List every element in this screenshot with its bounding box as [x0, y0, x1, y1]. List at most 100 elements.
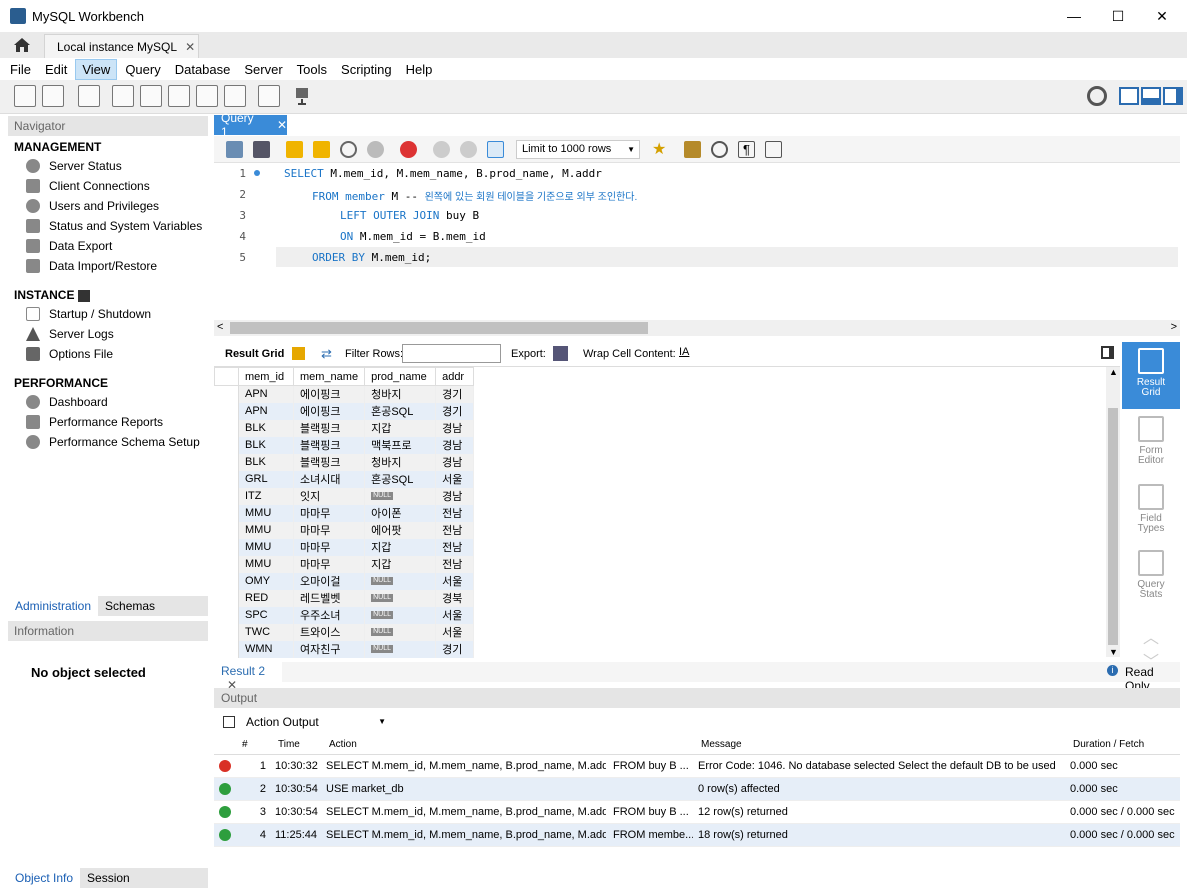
minimize-button[interactable]: — — [1051, 0, 1097, 32]
grid-cell[interactable]: 전남 — [435, 538, 475, 556]
grid-cell[interactable]: GRL — [238, 470, 294, 488]
output-row[interactable]: 4 11:25:44 SELECT M.mem_id, M.mem_name, B.… — [214, 824, 1180, 847]
grid-cell[interactable]: BLK — [238, 436, 294, 454]
grid-cell[interactable]: 전남 — [435, 504, 475, 522]
create-procedure-icon[interactable] — [196, 85, 218, 107]
grid-cell[interactable]: 블랙핑크 — [293, 436, 366, 454]
result-grid[interactable]: mem_id mem_name prod_name addr APN 에이핑크 청바… — [214, 367, 1106, 658]
grid-cell[interactable]: SPC — [238, 606, 294, 624]
output-copy-icon[interactable] — [223, 716, 235, 728]
grid-cell[interactable]: 트와이스 — [293, 623, 366, 641]
grid-cell[interactable]: MMU — [238, 504, 294, 522]
table-row[interactable]: OMY 오마이걸 NULL 서울 — [214, 572, 475, 590]
grid-cell[interactable]: TWC — [238, 623, 294, 641]
table-row[interactable]: BLK 블랙핑크 지갑 경남 — [214, 419, 475, 437]
grid-cell[interactable]: 마마무 — [293, 504, 366, 522]
create-table-icon[interactable] — [140, 85, 162, 107]
grid-cell[interactable]: APN — [238, 385, 294, 403]
menu-view[interactable]: View — [75, 58, 118, 80]
toggle-result-panel-icon[interactable] — [1101, 346, 1114, 359]
nav-data-export[interactable]: Data Export — [8, 236, 208, 256]
execute-icon[interactable] — [286, 141, 303, 158]
grid-cell[interactable]: 경남 — [435, 453, 475, 471]
grid-cell[interactable]: 에이핑크 — [293, 402, 366, 420]
row-marker[interactable] — [214, 538, 239, 556]
grid-cell[interactable]: 잇지 — [293, 487, 366, 505]
menu-tools[interactable]: Tools — [291, 60, 333, 79]
table-row[interactable]: BLK 블랙핑크 맥북프로 경남 — [214, 436, 475, 454]
table-row[interactable]: MMU 마마무 에어팟 전남 — [214, 521, 475, 539]
grid-cell[interactable]: NULL — [364, 623, 437, 641]
grid-cell[interactable]: NULL — [364, 589, 437, 607]
col-mem-id[interactable]: mem_id — [238, 367, 294, 386]
nav-status-variables[interactable]: Status and System Variables — [8, 216, 208, 236]
find-icon[interactable] — [711, 141, 728, 158]
scroll-thumb[interactable] — [230, 322, 648, 334]
settings-gear-icon[interactable] — [1087, 86, 1107, 106]
scroll-down-icon[interactable]: ▼ — [1109, 647, 1118, 657]
result-vertical-scrollbar[interactable]: ▲ ▼ — [1106, 367, 1120, 657]
grid-cell[interactable]: MMU — [238, 538, 294, 556]
col-mem-name[interactable]: mem_name — [292, 367, 366, 386]
maximize-button[interactable]: ☐ — [1095, 0, 1141, 32]
grid-cell[interactable]: WMN — [238, 640, 294, 658]
form-editor-button[interactable]: Form Editor — [1122, 416, 1180, 466]
table-row[interactable]: MMU 마마무 지갑 전남 — [214, 538, 475, 556]
menu-server[interactable]: Server — [238, 60, 288, 79]
grid-cell[interactable]: 서울 — [435, 606, 475, 624]
col-prod-name[interactable]: prod_name — [364, 367, 437, 386]
table-row[interactable]: APN 에이핑크 청바지 경기 — [214, 385, 475, 403]
invisible-chars-icon[interactable]: ¶ — [738, 141, 755, 158]
tab-session[interactable]: Session — [80, 868, 137, 888]
table-row[interactable]: MMU 마마무 아이폰 전남 — [214, 504, 475, 522]
col-number[interactable]: # — [242, 739, 248, 750]
search-table-data-icon[interactable] — [258, 85, 280, 107]
grid-cell[interactable]: 블랙핑크 — [293, 453, 366, 471]
grid-cell[interactable]: 경북 — [435, 589, 475, 607]
grid-cell[interactable]: 청바지 — [364, 385, 437, 403]
query-stats-button[interactable]: Query Stats — [1122, 550, 1180, 600]
grid-cell[interactable]: OMY — [238, 572, 294, 590]
tab-query-1[interactable]: Query 1 ✕ — [214, 111, 287, 139]
close-button[interactable]: ✕ — [1139, 0, 1185, 32]
grid-cell[interactable]: 에이핑크 — [293, 385, 366, 403]
output-type-select[interactable]: Action Output ▼ — [241, 712, 390, 732]
toggle-sidebar-icon[interactable] — [1119, 87, 1139, 105]
table-row[interactable]: RED 레드벨벳 NULL 경북 — [214, 589, 475, 607]
grid-cell[interactable]: 마마무 — [293, 555, 366, 573]
create-function-icon[interactable] — [224, 85, 246, 107]
tab-object-info[interactable]: Object Info — [8, 868, 81, 888]
col-action[interactable]: Action — [329, 739, 357, 750]
row-marker[interactable] — [214, 640, 239, 658]
grid-cell[interactable]: 경기 — [435, 402, 475, 420]
grid-cell[interactable]: 경기 — [435, 385, 475, 403]
stop-icon[interactable] — [367, 141, 384, 158]
grid-cell[interactable]: 전남 — [435, 521, 475, 539]
row-marker[interactable] — [214, 606, 239, 624]
grid-cell[interactable]: 지갑 — [364, 538, 437, 556]
close-query-tab-icon[interactable]: ✕ — [277, 118, 287, 132]
grid-cell[interactable]: 마마무 — [293, 538, 366, 556]
toggle-secondary-sidebar-icon[interactable] — [1163, 87, 1183, 105]
col-duration[interactable]: Duration / Fetch — [1073, 739, 1144, 750]
open-sql-script-icon[interactable] — [42, 85, 64, 107]
grid-cell[interactable]: 오마이걸 — [293, 572, 366, 590]
scroll-up-icon[interactable]: ▲ — [1109, 367, 1118, 377]
grid-cell[interactable]: RED — [238, 589, 294, 607]
row-marker[interactable] — [214, 555, 239, 573]
grid-cell[interactable]: 경남 — [435, 419, 475, 437]
wrap-cell-icon[interactable]: IA — [679, 346, 689, 358]
grid-cell[interactable]: 경기 — [435, 640, 475, 658]
create-schema-icon[interactable] — [112, 85, 134, 107]
grid-cell[interactable]: 맥북프로 — [364, 436, 437, 454]
grid-cell[interactable]: 레드벨벳 — [293, 589, 366, 607]
grid-cell[interactable]: 에어팟 — [364, 521, 437, 539]
scroll-right-icon[interactable]: > — [1171, 321, 1177, 333]
table-row[interactable]: BLK 블랙핑크 청바지 경남 — [214, 453, 475, 471]
grid-cell[interactable]: MMU — [238, 521, 294, 539]
connection-tab[interactable]: Local instance MySQL ✕ — [44, 34, 199, 58]
commit-icon[interactable] — [433, 141, 450, 158]
grid-cell[interactable]: 블랙핑크 — [293, 419, 366, 437]
grid-cell[interactable]: BLK — [238, 419, 294, 437]
grid-cell[interactable]: 서울 — [435, 572, 475, 590]
